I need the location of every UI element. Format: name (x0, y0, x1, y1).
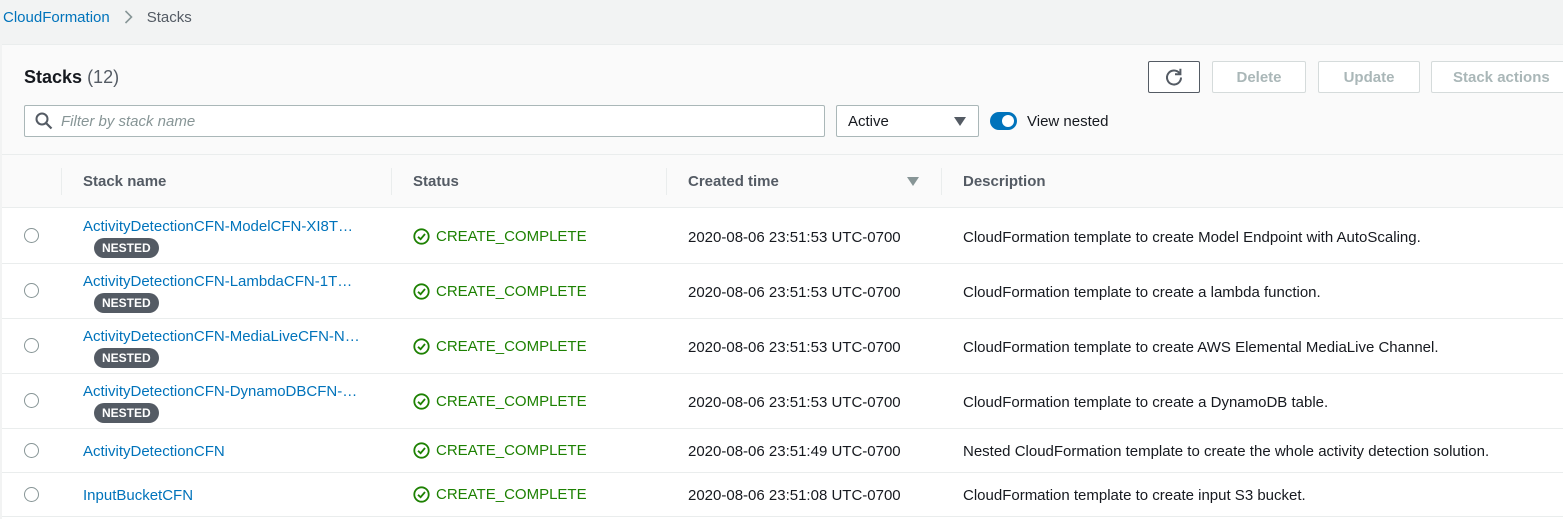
description: CloudFormation template to create a Dyna… (963, 394, 1329, 411)
stack-name-link[interactable]: ActivityDetectionCFN-MediaLiveCFN-N… (83, 328, 360, 345)
created-time: 2020-08-06 23:51:53 UTC-0700 (688, 229, 901, 246)
status-text: CREATE_COMPLETE (436, 228, 587, 245)
status-text: CREATE_COMPLETE (436, 442, 587, 459)
row-select-radio[interactable] (24, 338, 39, 353)
table-row: ActivityDetectionCFN CREATE_COMPLETE 202… (2, 429, 1563, 473)
refresh-icon (1164, 67, 1184, 87)
description: Nested CloudFormation template to create… (963, 443, 1490, 460)
status-cell: CREATE_COMPLETE (413, 393, 587, 410)
search-box (24, 105, 825, 137)
created-time: 2020-08-06 23:51:53 UTC-0700 (688, 339, 901, 356)
chevron-right-icon (124, 10, 133, 24)
column-divider (941, 168, 942, 195)
stack-name-link[interactable]: ActivityDetectionCFN-ModelCFN-XI8T… (83, 218, 353, 235)
refresh-button[interactable] (1148, 61, 1200, 93)
table-row: ActivityDetectionCFN-DynamoDBCFN-… NESTE… (2, 374, 1563, 429)
stack-actions-button[interactable]: Stack actions (1431, 61, 1563, 93)
table-row: InputBucketCFN CREATE_COMPLETE 2020-08-0… (2, 473, 1563, 517)
row-select-radio[interactable] (24, 443, 39, 458)
column-divider (666, 168, 667, 195)
title-text: Stacks (24, 67, 83, 87)
row-select-radio[interactable] (24, 228, 39, 243)
created-time: 2020-08-06 23:51:49 UTC-0700 (688, 443, 901, 460)
page-title: Stacks (12) (24, 67, 119, 88)
sort-descending-icon[interactable] (907, 177, 919, 186)
row-select-radio[interactable] (24, 487, 39, 502)
toggle-knob (1002, 115, 1014, 127)
stack-name-link[interactable]: ActivityDetectionCFN (83, 443, 225, 460)
breadcrumb: CloudFormation Stacks (3, 7, 192, 27)
check-circle-icon (413, 393, 430, 410)
description: CloudFormation template to create a lamb… (963, 284, 1321, 301)
table-header: Stack name Status Created time Descripti… (2, 155, 1563, 208)
table-row: ActivityDetectionCFN-LambdaCFN-1T… NESTE… (2, 264, 1563, 319)
check-circle-icon (413, 442, 430, 459)
view-nested-toggle[interactable] (990, 112, 1017, 130)
row-select-radio[interactable] (24, 393, 39, 408)
status-filter-value: Active (848, 112, 889, 130)
stacks-panel: Stacks (12) Delete Update Stack actions (2, 44, 1563, 519)
status-text: CREATE_COMPLETE (436, 283, 587, 300)
created-time: 2020-08-06 23:51:53 UTC-0700 (688, 394, 901, 411)
description: CloudFormation template to create AWS El… (963, 339, 1439, 356)
delete-button[interactable]: Delete (1212, 61, 1306, 93)
table-row: ActivityDetectionCFN-ModelCFN-XI8T… NEST… (2, 209, 1563, 264)
breadcrumb-cloudformation-link[interactable]: CloudFormation (3, 9, 110, 26)
column-header-stack-name[interactable]: Stack name (83, 155, 166, 208)
stack-name-link[interactable]: ActivityDetectionCFN-LambdaCFN-1T… (83, 273, 352, 290)
search-input[interactable] (61, 112, 801, 130)
stack-count: (12) (87, 67, 120, 87)
description: CloudFormation template to create input … (963, 487, 1306, 504)
nested-badge: NESTED (94, 403, 159, 423)
search-icon (35, 112, 53, 130)
status-cell: CREATE_COMPLETE (413, 338, 587, 355)
check-circle-icon (413, 283, 430, 300)
check-circle-icon (413, 228, 430, 245)
panel-header: Stacks (12) Delete Update Stack actions (2, 45, 1563, 155)
breadcrumb-current: Stacks (146, 8, 192, 26)
row-select-radio[interactable] (24, 283, 39, 298)
update-button[interactable]: Update (1318, 61, 1420, 93)
nested-badge: NESTED (94, 348, 159, 368)
status-text: CREATE_COMPLETE (436, 338, 587, 355)
view-nested-label: View nested (1027, 113, 1109, 130)
check-circle-icon (413, 486, 430, 503)
status-cell: CREATE_COMPLETE (413, 228, 587, 245)
created-time: 2020-08-06 23:51:08 UTC-0700 (688, 487, 901, 504)
nested-badge: NESTED (94, 238, 159, 258)
column-divider (391, 168, 392, 195)
status-filter-select[interactable]: Active (836, 105, 979, 137)
description: CloudFormation template to create Model … (963, 229, 1421, 246)
column-header-status[interactable]: Status (413, 155, 459, 208)
status-cell: CREATE_COMPLETE (413, 442, 587, 459)
table-row: ActivityDetectionCFN-MediaLiveCFN-N… NES… (2, 319, 1563, 374)
nested-badge: NESTED (94, 293, 159, 313)
column-header-description[interactable]: Description (963, 155, 1046, 208)
created-time: 2020-08-06 23:51:53 UTC-0700 (688, 284, 901, 301)
column-divider (61, 168, 62, 195)
stack-name-link[interactable]: ActivityDetectionCFN-DynamoDBCFN-… (83, 383, 357, 400)
status-text: CREATE_COMPLETE (436, 486, 587, 503)
check-circle-icon (413, 338, 430, 355)
status-text: CREATE_COMPLETE (436, 393, 587, 410)
stack-name-link[interactable]: InputBucketCFN (83, 487, 193, 504)
column-header-created-time[interactable]: Created time (688, 155, 779, 208)
caret-down-icon (954, 117, 966, 126)
status-cell: CREATE_COMPLETE (413, 283, 587, 300)
status-cell: CREATE_COMPLETE (413, 486, 587, 503)
